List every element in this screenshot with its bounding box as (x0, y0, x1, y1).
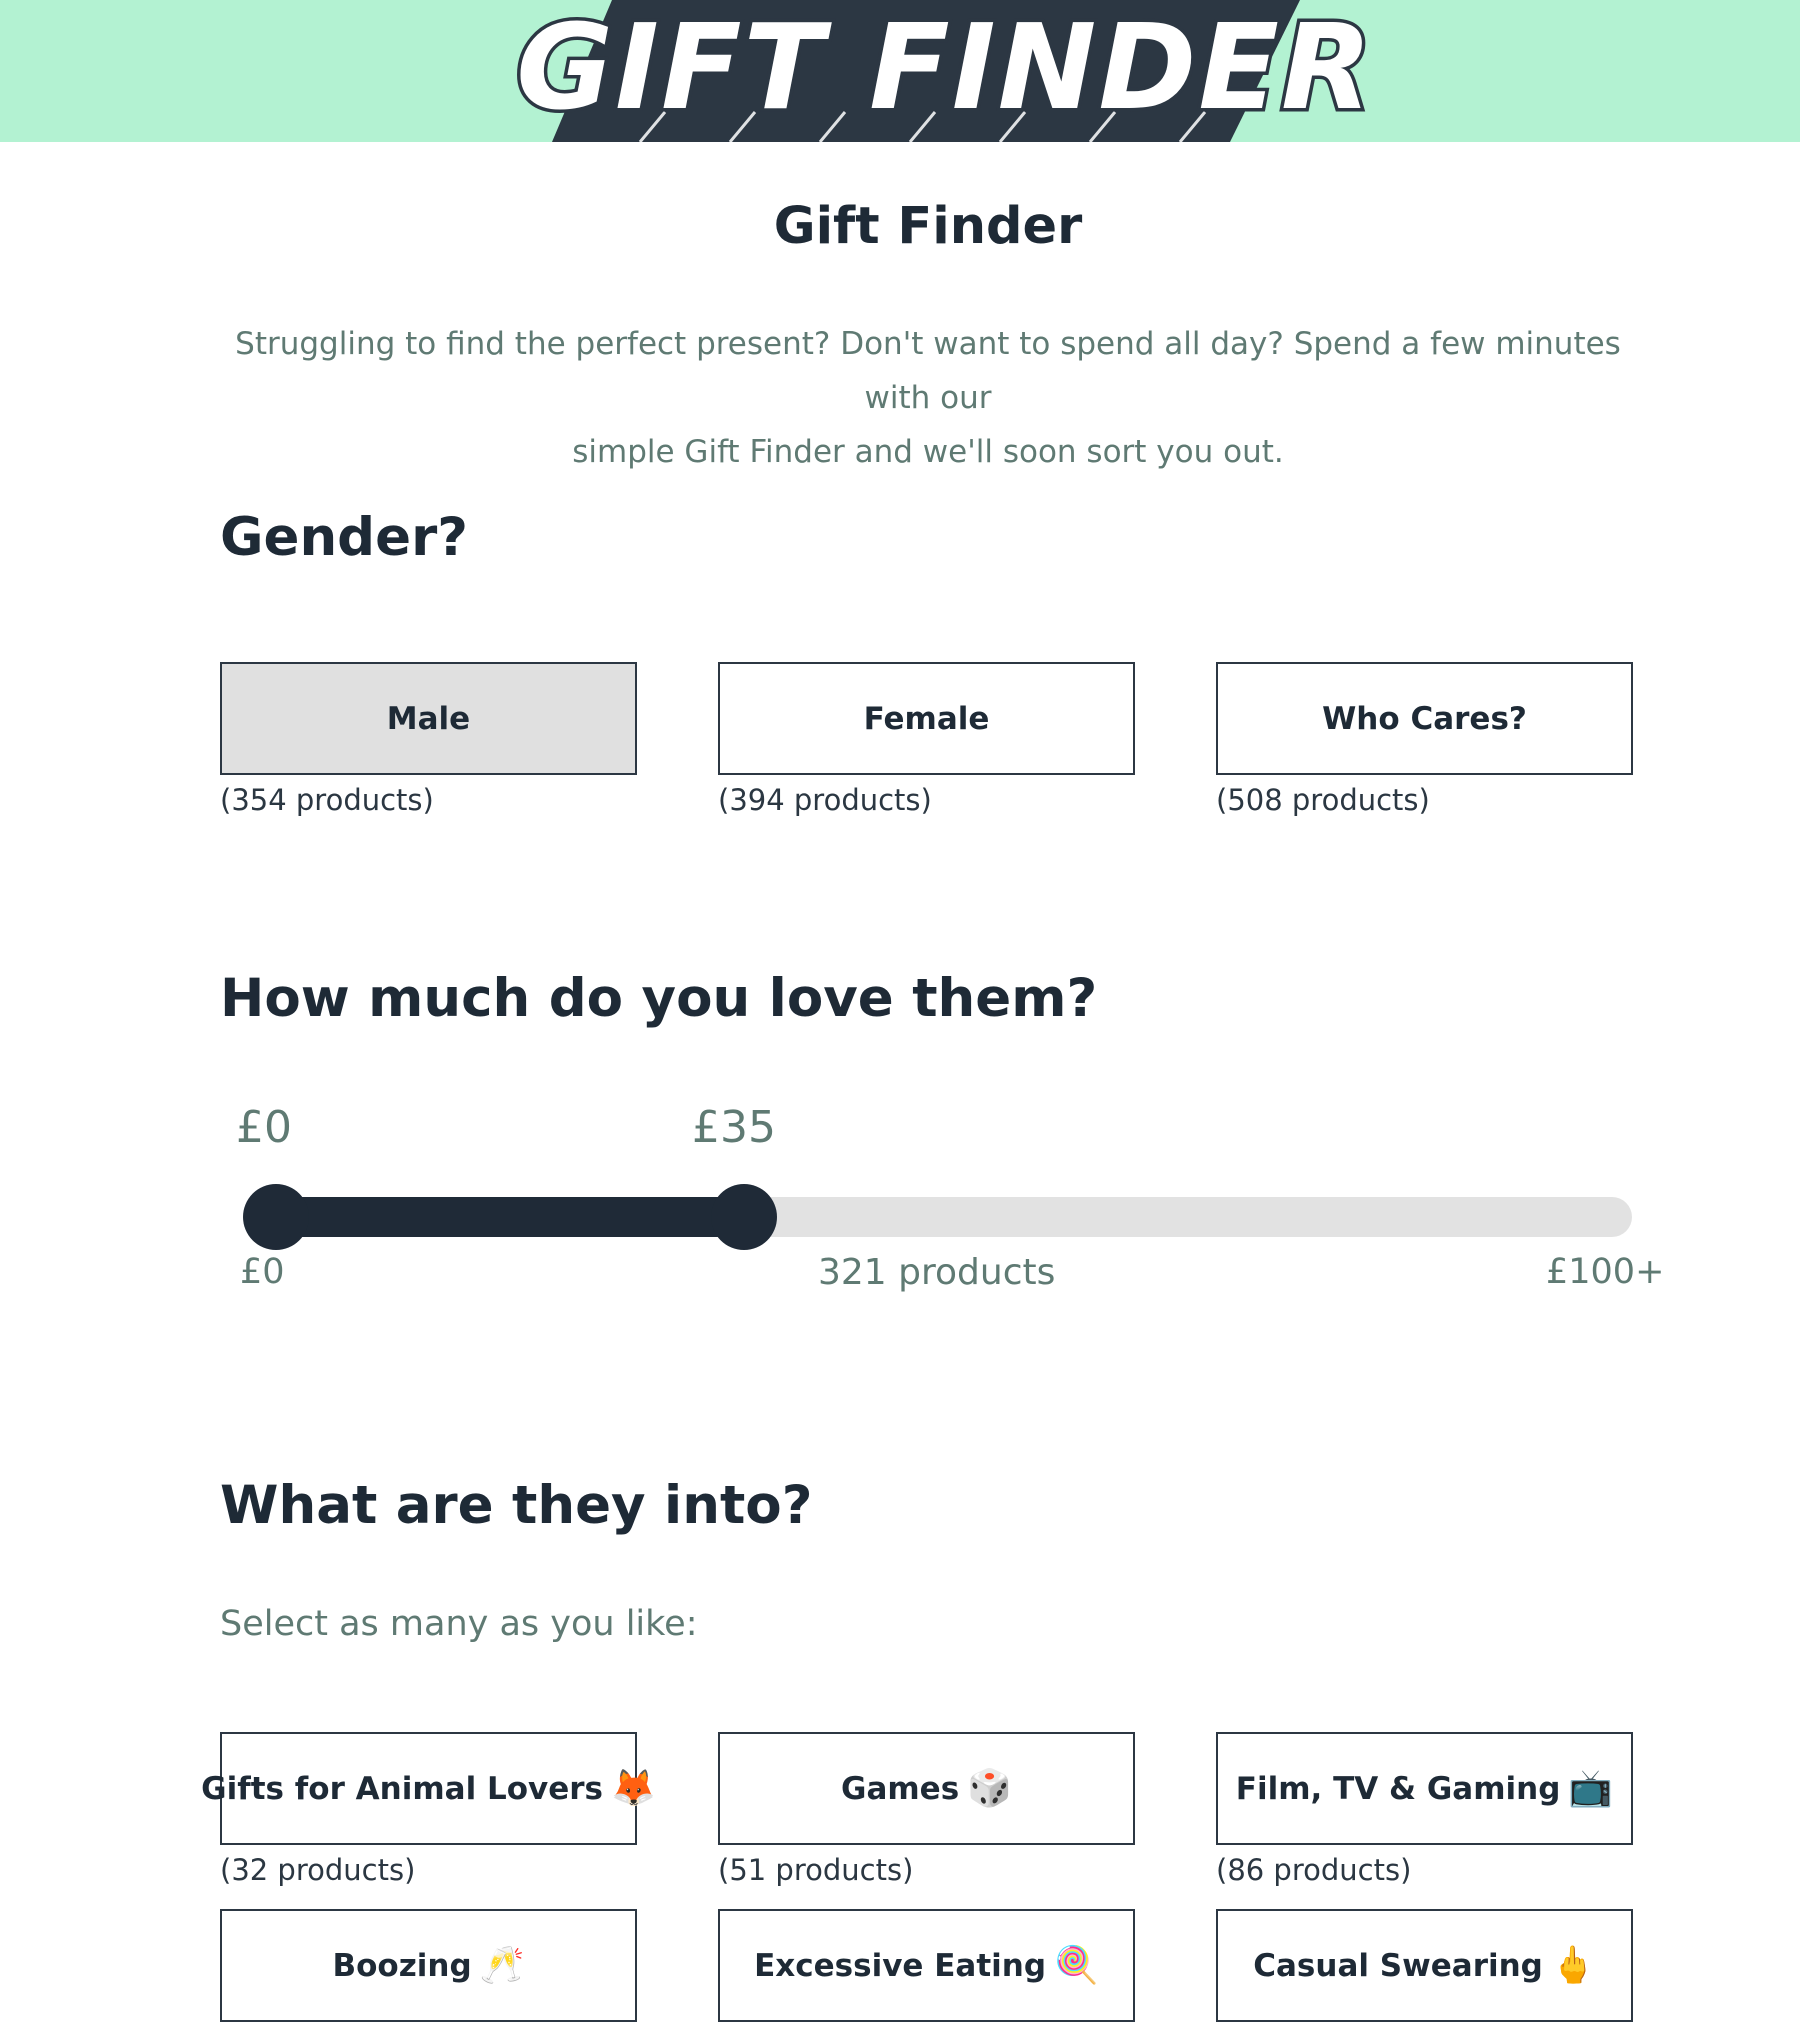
dice-icon: 🎲 (967, 1767, 1012, 1809)
middle-finger-icon: 🖕 (1550, 1944, 1596, 1986)
interest-animal-lovers-count: (32 products) (220, 1853, 416, 1887)
slider-scale-min-label: £0 (240, 1252, 285, 1292)
interest-option-film-tv-gaming: Film, TV & Gaming 📺 (86 products) (1216, 1732, 1633, 1887)
gender-option-male: Male (354 products) (220, 662, 637, 817)
budget-heading: How much do you love them? (220, 968, 1098, 1029)
slider-scale-max-label: £100+ (1546, 1252, 1665, 1292)
interest-animal-lovers-label: Gifts for Animal Lovers (201, 1770, 604, 1807)
gender-who-cares-count: (508 products) (1216, 783, 1430, 817)
gender-female-count: (394 products) (718, 783, 932, 817)
interest-casual-swearing-label: Casual Swearing (1253, 1947, 1543, 1984)
interest-games-label: Games (841, 1770, 960, 1807)
interest-boozing-label: Boozing (332, 1947, 472, 1984)
interest-casual-swearing-button[interactable]: Casual Swearing 🖕 (1216, 1909, 1633, 2022)
interest-option-casual-swearing: Casual Swearing 🖕 (1216, 1909, 1633, 2022)
page-title: Gift Finder (773, 197, 1083, 256)
interest-boozing-button[interactable]: Boozing 🥂 (220, 1909, 637, 2022)
television-icon: 📺 (1568, 1767, 1614, 1809)
interest-option-animal-lovers: Gifts for Animal Lovers 🦊 (32 products) (201, 1732, 656, 1887)
slider-min-handle[interactable] (243, 1184, 309, 1250)
interest-excessive-eating-button[interactable]: Excessive Eating 🍭 (718, 1909, 1135, 2022)
gender-male-count: (354 products) (220, 783, 434, 817)
interest-film-tv-gaming-button[interactable]: Film, TV & Gaming 📺 (1216, 1732, 1633, 1845)
logo-text: GIFT FINDER (516, 0, 1374, 136)
gender-heading: Gender? (220, 507, 468, 568)
gender-option-female: Female (394 products) (718, 662, 1135, 817)
interest-option-games: Games 🎲 (51 products) (718, 1732, 1135, 1887)
intro-text: Struggling to find the perfect present? … (220, 317, 1636, 479)
champagne-glasses-icon: 🥂 (479, 1944, 525, 1986)
slider-product-count: 321 products (818, 1252, 1056, 1293)
interests-heading: What are they into? (220, 1475, 813, 1536)
interest-option-boozing: Boozing 🥂 (220, 1909, 637, 2022)
interest-animal-lovers-button[interactable]: Gifts for Animal Lovers 🦊 (201, 1732, 656, 1845)
interest-excessive-eating-label: Excessive Eating (754, 1947, 1047, 1984)
interest-film-tv-gaming-count: (86 products) (1216, 1853, 1412, 1887)
intro-line-2: simple Gift Finder and we'll soon sort y… (572, 434, 1284, 470)
interest-games-count: (51 products) (718, 1853, 914, 1887)
slider-selected-range (258, 1197, 767, 1237)
interest-option-excessive-eating: Excessive Eating 🍭 (718, 1909, 1135, 2022)
gender-who-cares-button[interactable]: Who Cares? (1216, 662, 1633, 775)
gender-male-button[interactable]: Male (220, 662, 637, 775)
header-banner: GIFT FINDER (0, 0, 1800, 142)
interests-subheading: Select as many as you like: (220, 1604, 698, 1644)
gender-female-button[interactable]: Female (718, 662, 1135, 775)
fox-icon: 🦊 (611, 1767, 656, 1809)
price-range-slider: £0 £35 £0 321 products £100+ (220, 1102, 1664, 1332)
slider-max-handle[interactable] (711, 1184, 778, 1250)
lollipop-icon: 🍭 (1054, 1944, 1099, 1986)
gender-option-who-cares: Who Cares? (508 products) (1216, 662, 1633, 817)
slider-min-value: £0 (236, 1102, 292, 1153)
interest-games-button[interactable]: Games 🎲 (718, 1732, 1135, 1845)
slider-max-value: £35 (692, 1102, 776, 1153)
gift-finder-logo[interactable]: GIFT FINDER (0, 0, 1800, 142)
intro-line-1: Struggling to find the perfect present? … (235, 326, 1621, 416)
interest-film-tv-gaming-label: Film, TV & Gaming (1235, 1770, 1561, 1807)
